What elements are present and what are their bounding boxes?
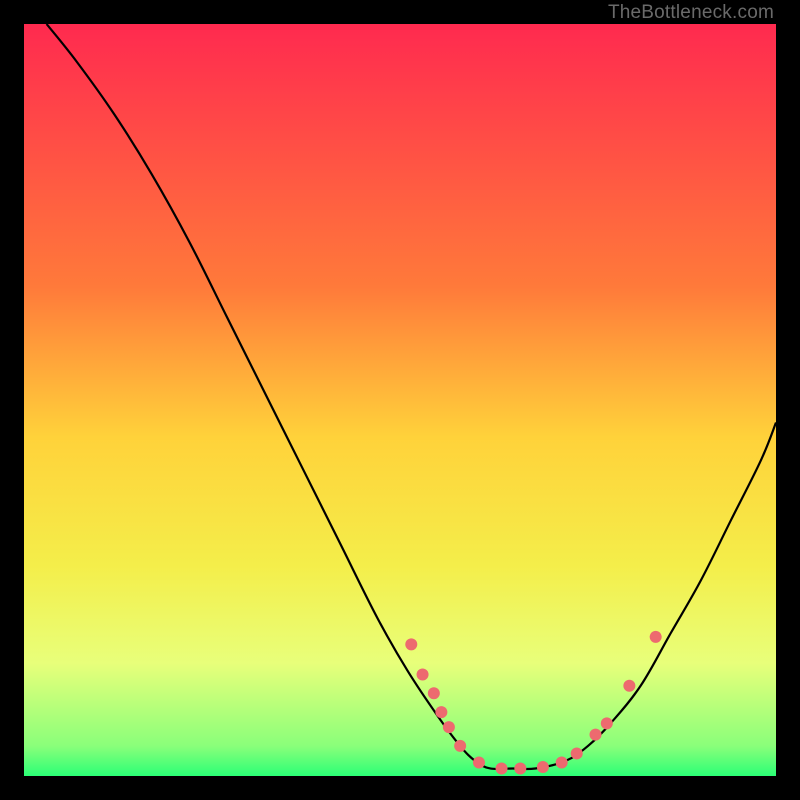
curve-marker <box>650 631 662 643</box>
curve-marker <box>473 756 485 768</box>
curve-marker <box>514 762 526 774</box>
curve-marker <box>623 680 635 692</box>
curve-marker <box>454 740 466 752</box>
curve-marker <box>556 756 568 768</box>
curve-layer <box>24 24 776 776</box>
watermark-text: TheBottleneck.com <box>608 2 774 24</box>
bottleneck-curve <box>47 24 776 769</box>
chart-container: TheBottleneck.com <box>0 0 800 800</box>
curve-marker <box>571 747 583 759</box>
curve-marker <box>601 717 613 729</box>
curve-marker <box>443 721 455 733</box>
curve-marker <box>435 706 447 718</box>
curve-marker <box>428 687 440 699</box>
curve-marker <box>405 638 417 650</box>
curve-marker <box>417 668 429 680</box>
plot-area <box>24 24 776 776</box>
curve-markers <box>405 631 661 775</box>
curve-marker <box>590 729 602 741</box>
curve-marker <box>537 761 549 773</box>
curve-marker <box>496 762 508 774</box>
